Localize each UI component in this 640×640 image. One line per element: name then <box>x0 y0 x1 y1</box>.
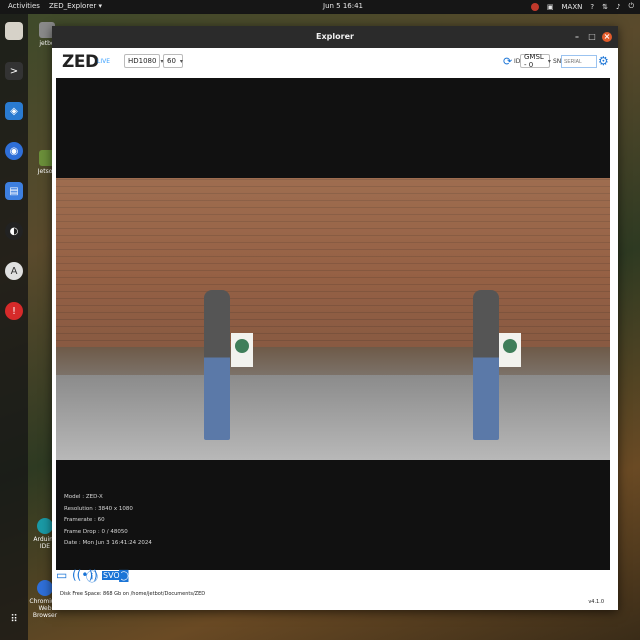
arduino-icon <box>37 518 53 534</box>
info-icon[interactable]: ⓘ <box>86 568 98 585</box>
zed-logo: ZED <box>62 52 99 72</box>
minimize-icon[interactable]: – <box>572 32 582 42</box>
vscode-icon[interactable]: ◈ <box>5 102 23 120</box>
power-icon[interactable]: ⏻ <box>628 2 634 11</box>
files-icon[interactable] <box>5 22 23 40</box>
toolbar: ZED LIVE HD1080▾ 60▾ ⟳ ID GMSL - 0▾ SN ⚙ <box>52 48 618 78</box>
app-menu[interactable]: ZED_Explorer ▾ <box>49 2 102 10</box>
refresh-icon[interactable]: ⟳ <box>503 55 512 68</box>
title-bar[interactable]: Explorer – □ × <box>52 26 618 48</box>
dock: > ◈ ◉ ▤ ◐ A ! ⠿ <box>0 14 28 640</box>
chromium-icon <box>37 580 53 596</box>
top-bar: Activities ZED_Explorer ▾ Jun 5 16:41 ▣ … <box>0 0 640 14</box>
window-title: Explorer <box>316 32 354 41</box>
nvidia-icon[interactable]: ▣ <box>547 3 554 11</box>
maximize-icon[interactable]: □ <box>587 32 597 42</box>
volume-icon[interactable]: ♪ <box>616 3 620 11</box>
settings-icon[interactable]: ⚙ <box>598 54 609 68</box>
bottom-toolbar: ▭ ((•)) ⓘ SVO ◙ <box>56 568 610 586</box>
disk-status: Disk Free Space: 868 Gb on /home/jetbot/… <box>60 591 206 597</box>
fps-select[interactable]: 60 ▾ <box>163 54 183 68</box>
chevron-down-icon: ▾ <box>547 57 551 65</box>
chevron-down-icon: ▾ <box>179 57 183 65</box>
alert-icon[interactable]: ! <box>5 302 23 320</box>
folder-icon[interactable]: ▭ <box>56 568 67 582</box>
live-label: LIVE <box>97 58 111 65</box>
system-tray[interactable]: ▣ MAXN ? ⇅ ♪ ⏻ <box>530 2 634 11</box>
obs-icon[interactable]: ◐ <box>5 222 23 240</box>
left-camera-image <box>56 178 333 460</box>
model-info: Model : ZED-X <box>64 494 103 500</box>
framerate-info: Framerate : 60 <box>64 517 105 523</box>
camera-icon[interactable]: ◙ <box>118 568 130 582</box>
explorer-window: Explorer – □ × ZED LIVE HD1080 ▾ 60 ▾ ⟳ ID… <box>52 26 618 610</box>
date-info: Date : Mon Jun 3 16:41:24 2024 <box>64 540 152 546</box>
framedrop-info: Frame Drop : 0 / 48050 <box>64 528 128 535</box>
clock[interactable]: Jun 5 16:41 <box>323 2 363 10</box>
right-camera-image <box>333 178 610 460</box>
help-icon[interactable]: ? <box>590 3 594 11</box>
network-icon[interactable]: ⇅ <box>602 3 608 11</box>
document-icon[interactable]: ▤ <box>5 182 23 200</box>
version-label: v4.1.0 <box>588 599 604 605</box>
software-center-icon[interactable]: A <box>5 262 23 280</box>
terminal-icon[interactable]: > <box>5 62 23 80</box>
activities-button[interactable]: Activities <box>8 2 40 10</box>
resolution-select[interactable]: HD1080 ▾ <box>124 54 163 68</box>
camera-info: Model : ZED-X Resolution : 3840 x 1080 F… <box>64 492 152 550</box>
close-icon[interactable]: × <box>602 32 612 42</box>
power-mode-label[interactable]: MAXN <box>562 3 583 11</box>
camera-select[interactable]: GMSL - 0 ▾ <box>520 53 551 69</box>
serial-number-field[interactable] <box>561 55 597 68</box>
chromium-icon[interactable]: ◉ <box>5 142 23 160</box>
app-grid-icon[interactable]: ⠿ <box>5 610 23 628</box>
update-icon[interactable] <box>530 2 539 11</box>
resolution-info: Resolution : 3840 x 1080 <box>64 505 133 512</box>
video-view[interactable]: Model : ZED-X Resolution : 3840 x 1080 F… <box>56 78 610 570</box>
